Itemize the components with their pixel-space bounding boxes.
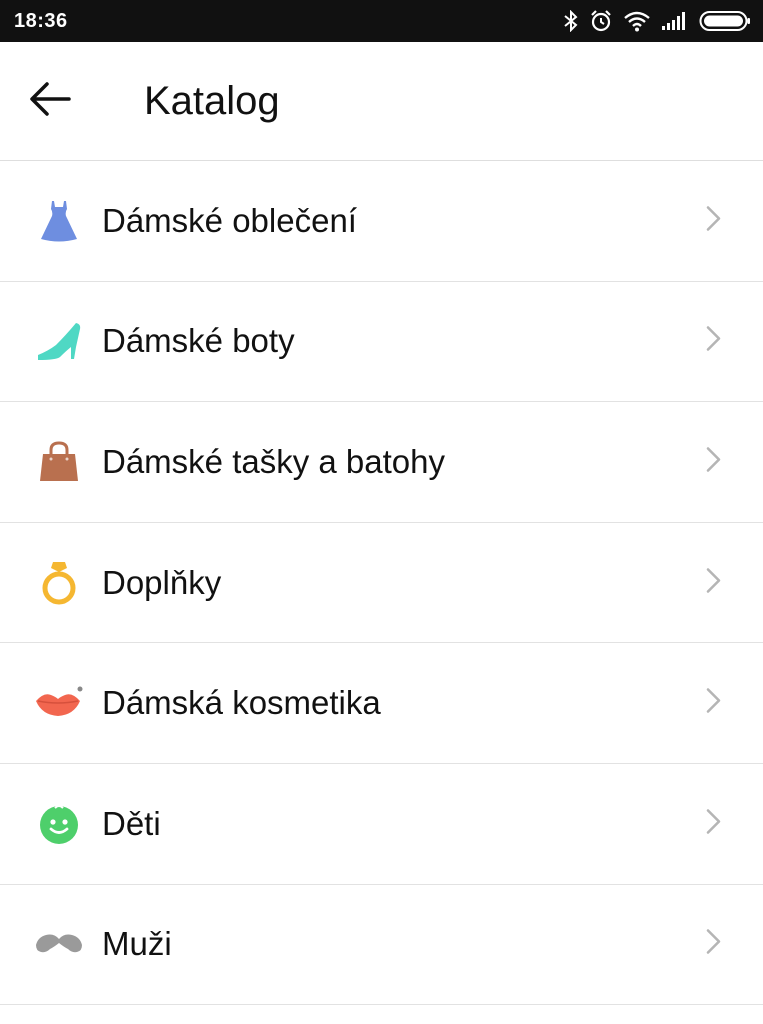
ring-icon <box>34 558 84 608</box>
chevron-right-icon <box>705 687 723 720</box>
list-item-damske-tasky[interactable]: Dámské tašky a batohy <box>0 402 763 523</box>
alarm-icon <box>589 9 613 33</box>
status-icons <box>563 9 751 33</box>
list-item-muzi[interactable]: Muži <box>0 885 763 1006</box>
list-item-label: Muži <box>102 925 172 963</box>
status-bar: 18:36 <box>0 0 763 42</box>
chevron-right-icon <box>705 807 723 840</box>
baby-face-icon <box>34 799 84 849</box>
page-title: Katalog <box>144 78 280 123</box>
chevron-right-icon <box>705 566 723 599</box>
chevron-right-icon <box>705 325 723 358</box>
list-item-label: Dámské oblečení <box>102 201 357 239</box>
wifi-icon <box>623 10 651 32</box>
lips-icon <box>34 678 84 728</box>
list-item-damske-obleceni[interactable]: Dámské oblečení <box>0 161 763 282</box>
list-item-damska-kosmetika[interactable]: Dámská kosmetika <box>0 643 763 764</box>
app-bar: Katalog <box>0 42 763 161</box>
list-item-label: Doplňky <box>102 563 222 601</box>
catalog-list: Dámské oblečení Dámské boty Dámské tašky… <box>0 161 763 1006</box>
list-item-label: Dámská kosmetika <box>102 684 381 722</box>
list-item-label: Dámské boty <box>102 322 295 360</box>
list-item-label: Děti <box>102 804 161 842</box>
bluetooth-icon <box>563 10 579 32</box>
status-time: 18:36 <box>14 9 68 32</box>
mustache-icon <box>34 919 84 969</box>
list-item-deti[interactable]: Děti <box>0 764 763 885</box>
back-button[interactable] <box>0 42 100 160</box>
list-item-damske-boty[interactable]: Dámské boty <box>0 282 763 403</box>
handbag-icon <box>34 437 84 487</box>
chevron-right-icon <box>705 204 723 237</box>
high-heel-icon <box>34 316 84 366</box>
dress-icon <box>34 196 84 246</box>
signal-icon <box>661 11 689 31</box>
battery-icon <box>699 10 751 32</box>
list-item-doplnky[interactable]: Doplňky <box>0 523 763 644</box>
list-item-label: Dámské tašky a batohy <box>102 442 445 480</box>
chevron-right-icon <box>705 445 723 478</box>
chevron-right-icon <box>705 928 723 961</box>
arrow-left-icon <box>29 81 71 122</box>
